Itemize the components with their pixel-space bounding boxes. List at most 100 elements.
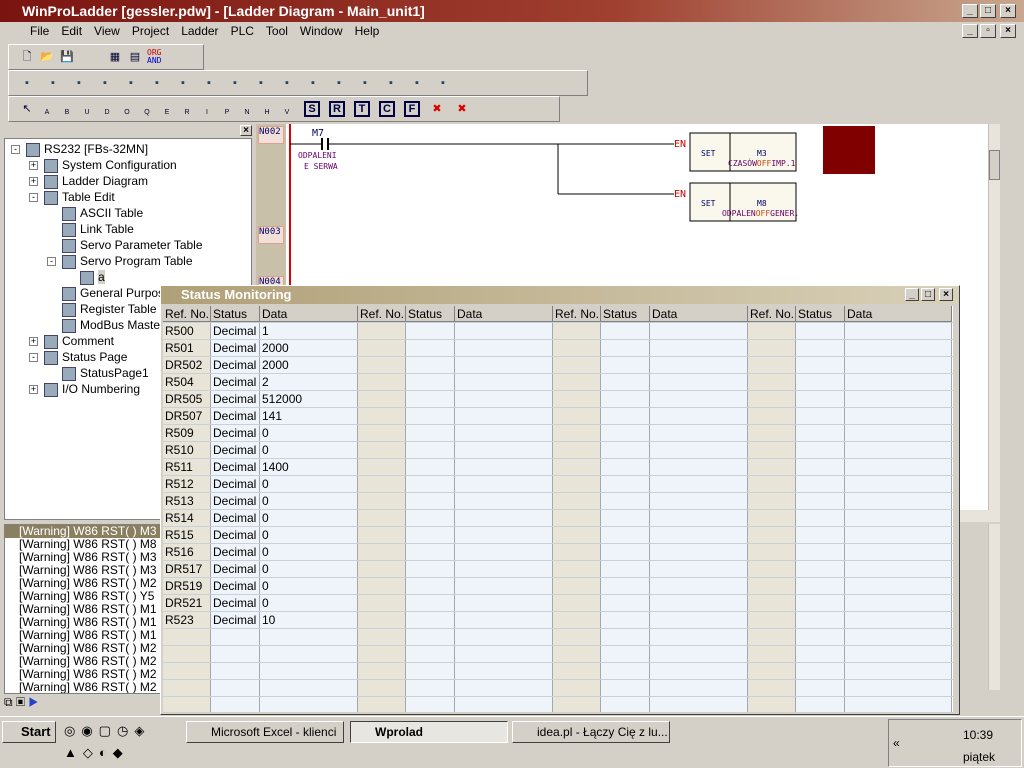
- grid-cell[interactable]: [650, 595, 748, 611]
- grid-cell[interactable]: [455, 680, 553, 696]
- grid-cell[interactable]: [748, 680, 796, 696]
- menu-ladder[interactable]: Ladder: [181, 24, 218, 38]
- grid-cell[interactable]: [601, 340, 650, 356]
- grid-cell[interactable]: [748, 425, 796, 441]
- grid-cell[interactable]: Decimal: [211, 527, 260, 543]
- tree-item[interactable]: Register Table: [62, 301, 157, 317]
- grid-cell[interactable]: [358, 697, 406, 712]
- grid-cell[interactable]: [406, 442, 455, 458]
- grid-cell[interactable]: [455, 442, 553, 458]
- tree-item[interactable]: General Purpose: [62, 285, 171, 301]
- grid-cell[interactable]: [845, 510, 952, 526]
- grid-cell[interactable]: [406, 561, 455, 577]
- grid-cell[interactable]: [601, 323, 650, 339]
- menu-project[interactable]: Project: [132, 24, 169, 38]
- grid-cell[interactable]: [650, 340, 748, 356]
- grid-cell[interactable]: R513: [163, 493, 211, 509]
- ladder-vscrollbar[interactable]: [988, 124, 1000, 510]
- grid-cell[interactable]: [845, 612, 952, 628]
- grid-cell[interactable]: [358, 578, 406, 594]
- column-header[interactable]: Ref. No.: [553, 306, 601, 322]
- box-tool-s[interactable]: S: [304, 101, 320, 117]
- grid-cell[interactable]: [358, 544, 406, 560]
- grid-cell[interactable]: [406, 629, 455, 645]
- grid-cell[interactable]: [358, 493, 406, 509]
- grid-cell[interactable]: Decimal: [211, 595, 260, 611]
- grid-cell[interactable]: [358, 408, 406, 424]
- menu-tool[interactable]: Tool: [266, 24, 288, 38]
- grid-cell[interactable]: [601, 408, 650, 424]
- grid-cell[interactable]: [748, 374, 796, 390]
- grid-cell[interactable]: [650, 391, 748, 407]
- grid-cell[interactable]: Decimal: [211, 357, 260, 373]
- grid-cell[interactable]: [260, 680, 358, 696]
- grid-cell[interactable]: [796, 323, 845, 339]
- grid-cell[interactable]: [455, 697, 553, 712]
- grid-cell[interactable]: [796, 663, 845, 679]
- grid-cell[interactable]: [358, 629, 406, 645]
- grid-cell[interactable]: [796, 612, 845, 628]
- grid-cell[interactable]: [650, 408, 748, 424]
- contact-tool-b[interactable]: B: [59, 101, 75, 117]
- grid-cell[interactable]: Decimal: [211, 442, 260, 458]
- expand-icon[interactable]: +: [29, 177, 38, 187]
- grid-cell[interactable]: 10: [260, 612, 358, 628]
- grid-cell[interactable]: [796, 697, 845, 712]
- link-icon[interactable]: ▪: [175, 75, 191, 91]
- grid-cell[interactable]: [748, 442, 796, 458]
- grid-cell[interactable]: [796, 578, 845, 594]
- grid-cell[interactable]: [553, 663, 601, 679]
- grid-cell[interactable]: [845, 408, 952, 424]
- task-ie[interactable]: idea.pl - Łączy Cię z lu...: [512, 721, 670, 743]
- grid-cell[interactable]: [748, 340, 796, 356]
- grid-cell[interactable]: 0: [260, 561, 358, 577]
- grid-cell[interactable]: [455, 476, 553, 492]
- column-header[interactable]: Ref. No.: [358, 306, 406, 322]
- grid-cell[interactable]: [455, 544, 553, 560]
- grid-cell[interactable]: 0: [260, 510, 358, 526]
- grid-cell[interactable]: [406, 595, 455, 611]
- grid-cell[interactable]: Decimal: [211, 510, 260, 526]
- grid-cell[interactable]: [650, 323, 748, 339]
- grid-cell[interactable]: [845, 561, 952, 577]
- grid-cell[interactable]: [358, 663, 406, 679]
- open-folder-icon[interactable]: 📂: [39, 49, 55, 65]
- grid-cell[interactable]: R509: [163, 425, 211, 441]
- grid-cell[interactable]: [845, 357, 952, 373]
- grid-cell[interactable]: [845, 646, 952, 662]
- grid-cell[interactable]: [455, 493, 553, 509]
- delete-icon[interactable]: ✖: [429, 101, 445, 117]
- grid-cell[interactable]: [796, 374, 845, 390]
- network-label[interactable]: N003: [258, 226, 284, 244]
- grid-cell[interactable]: [211, 646, 260, 662]
- status-minimize-button[interactable]: _: [905, 288, 919, 301]
- grid-cell[interactable]: [796, 476, 845, 492]
- start-button[interactable]: Start: [2, 721, 56, 743]
- grid-cell[interactable]: [553, 646, 601, 662]
- tree-item[interactable]: a: [80, 269, 105, 285]
- status-close-button[interactable]: ×: [939, 288, 953, 301]
- column-header[interactable]: Data: [455, 306, 553, 322]
- grid-cell[interactable]: [406, 663, 455, 679]
- menu-help[interactable]: Help: [355, 24, 380, 38]
- grid-cell[interactable]: [406, 459, 455, 475]
- grid-cell[interactable]: [163, 663, 211, 679]
- grid-cell[interactable]: [748, 493, 796, 509]
- grid-cell[interactable]: [601, 476, 650, 492]
- run-tab-icon[interactable]: ▶: [28, 695, 38, 709]
- grid-cell[interactable]: [455, 561, 553, 577]
- tree-item[interactable]: + Comment: [29, 333, 114, 349]
- grid-cell[interactable]: [650, 561, 748, 577]
- grid-cell[interactable]: [553, 493, 601, 509]
- delete-column-icon[interactable]: ✖: [454, 101, 470, 117]
- grid-cell[interactable]: [650, 425, 748, 441]
- grid-cell[interactable]: [455, 391, 553, 407]
- mdi-close-button[interactable]: ×: [1000, 24, 1016, 38]
- contact-tool-o[interactable]: O: [119, 101, 135, 117]
- contact-tool-d[interactable]: D: [99, 101, 115, 117]
- box-tool-c[interactable]: C: [379, 101, 395, 117]
- grid-cell[interactable]: Decimal: [211, 476, 260, 492]
- menu-window[interactable]: Window: [300, 24, 343, 38]
- grid-cell[interactable]: [358, 646, 406, 662]
- grid-cell[interactable]: R515: [163, 527, 211, 543]
